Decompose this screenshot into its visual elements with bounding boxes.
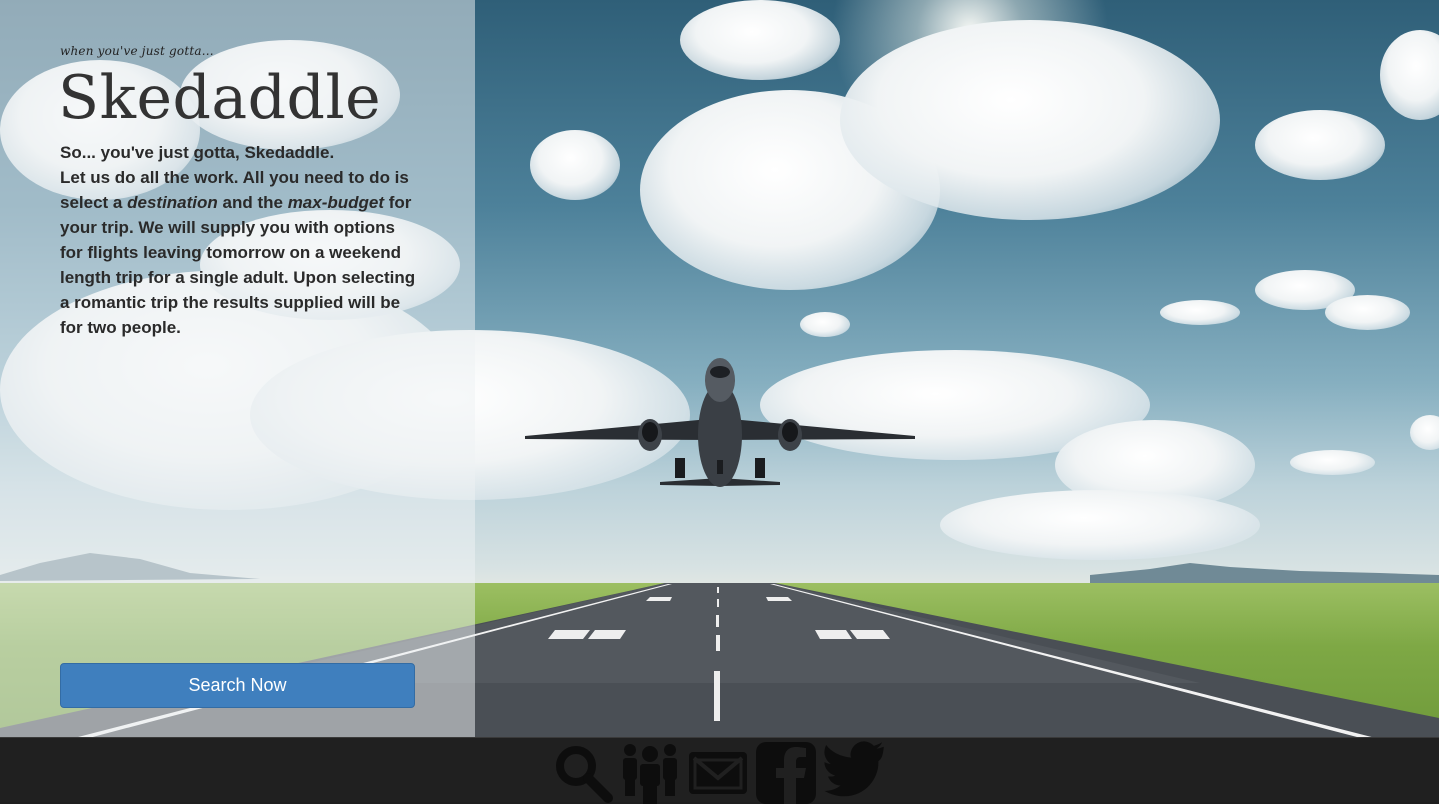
- cloud: [1325, 295, 1410, 330]
- airplane: [525, 358, 915, 487]
- mail-icon[interactable]: [686, 740, 750, 804]
- cloud: [530, 130, 620, 200]
- cloud: [1255, 110, 1385, 180]
- search-now-button[interactable]: Search Now: [60, 663, 415, 708]
- intro-text-part: for your trip. We will supply you with o…: [60, 193, 416, 337]
- people-icon[interactable]: [618, 740, 682, 804]
- cloud: [840, 20, 1220, 220]
- cloud: [800, 312, 850, 337]
- destination-term: destination: [127, 193, 218, 212]
- intro-text: So... you've just gotta, Skedaddle. Let …: [60, 140, 420, 340]
- cloud: [1380, 30, 1439, 120]
- info-panel: when you've just gotta... Skedaddle So..…: [0, 0, 475, 737]
- twitter-icon[interactable]: [822, 740, 886, 804]
- cloud: [1160, 300, 1240, 325]
- max-budget-term: max-budget: [287, 193, 385, 212]
- footer: [0, 737, 1439, 804]
- cloud: [1410, 415, 1439, 450]
- intro-line: So... you've just gotta, Skedaddle.: [60, 143, 335, 162]
- cloud: [680, 0, 840, 80]
- search-icon[interactable]: [550, 740, 614, 804]
- footer-icon-bar: [550, 740, 886, 804]
- tagline: when you've just gotta...: [60, 44, 214, 58]
- brand-logo: Skedaddle: [58, 63, 382, 133]
- cloud: [1290, 450, 1375, 475]
- intro-text-part: and the: [217, 193, 288, 212]
- facebook-icon[interactable]: [754, 740, 818, 804]
